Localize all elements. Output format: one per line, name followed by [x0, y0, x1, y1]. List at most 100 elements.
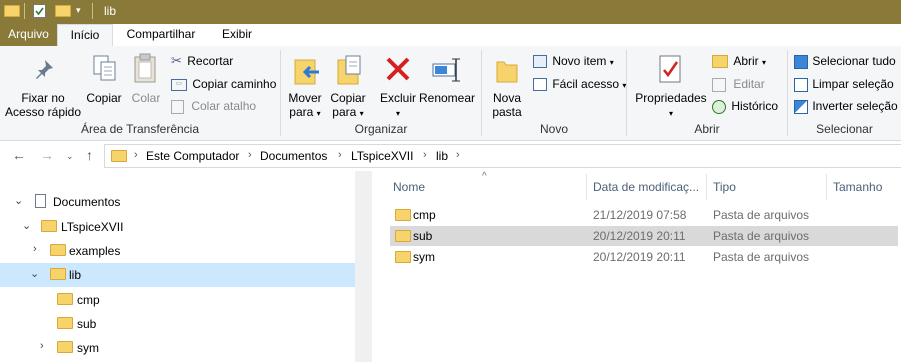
forward-arrow-icon[interactable]: →: [40, 147, 54, 163]
cut-label: Recortar: [187, 54, 234, 68]
properties-quick-icon[interactable]: [33, 4, 46, 18]
rename-icon: [432, 58, 460, 82]
copy-path-icon: ▭: [171, 78, 187, 91]
window-title: lib: [104, 4, 117, 18]
breadcrumb-documents[interactable]: Documentos: [260, 149, 327, 163]
tree-item-examples[interactable]: › examples: [0, 239, 355, 263]
move-to-icon: [294, 59, 319, 85]
file-type: Pasta de arquivos: [713, 229, 810, 243]
edit-button[interactable]: Editar: [712, 77, 765, 92]
tab-home[interactable]: Início: [57, 24, 113, 47]
column-separator[interactable]: [706, 174, 707, 200]
delete-x-icon: [386, 57, 410, 81]
collapse-chevron-icon[interactable]: ⌄: [14, 194, 23, 207]
properties-label: Propriedades: [635, 91, 707, 105]
file-row-sub[interactable]: sub 20/12/2019 20:11 Pasta de arquivos: [390, 226, 898, 246]
tree-item-label: sub: [77, 317, 97, 331]
pin-icon: [36, 60, 53, 79]
breadcrumb-lib[interactable]: lib: [436, 149, 448, 163]
up-arrow-icon[interactable]: ↑: [86, 147, 93, 163]
tree-item-cmp[interactable]: cmp: [0, 288, 355, 312]
tree-item-ltspicexvii[interactable]: ⌄ LTspiceXVII: [0, 215, 355, 239]
column-separator[interactable]: [586, 174, 587, 200]
tab-file[interactable]: Arquivo: [0, 24, 57, 46]
easy-access-button[interactable]: Fácil acesso ▾: [533, 77, 626, 93]
separator: [92, 3, 93, 19]
new-item-button[interactable]: Novo item ▾: [533, 54, 614, 70]
column-separator[interactable]: [826, 174, 827, 200]
new-item-icon: [533, 55, 547, 69]
copy-label: Copiar: [86, 91, 122, 105]
select-none-button[interactable]: Limpar seleção: [794, 77, 894, 92]
tree-item-label: Documentos: [53, 195, 121, 209]
tree-item-label: cmp: [77, 293, 100, 307]
folder-icon: [57, 341, 73, 353]
clipboard-icon: [134, 53, 156, 83]
sort-ascending-icon: ^: [482, 171, 487, 182]
invert-selection-button[interactable]: Inverter seleção: [794, 99, 898, 114]
copy-to-icon: [337, 55, 361, 85]
chevron-right-icon[interactable]: ›: [338, 149, 342, 161]
copy-path-button[interactable]: ▭ Copiar caminho: [171, 77, 276, 91]
properties-icon: [659, 55, 681, 83]
column-header-size[interactable]: Tamanho: [833, 180, 882, 194]
customize-quick-access-icon[interactable]: ▾: [76, 5, 81, 16]
recent-locations-chevron-icon[interactable]: ⌄: [66, 151, 74, 162]
history-button[interactable]: Histórico: [712, 99, 778, 114]
documents-icon: [35, 194, 46, 208]
chevron-right-icon[interactable]: ›: [134, 149, 138, 161]
collapse-chevron-icon[interactable]: ⌄: [30, 267, 39, 280]
column-header-date[interactable]: Data de modificaç...: [593, 180, 699, 194]
breadcrumb-ltspice[interactable]: LTspiceXVII: [351, 149, 413, 163]
file-row-sym[interactable]: sym 20/12/2019 20:11 Pasta de arquivos: [390, 247, 898, 267]
new-folder-quick-icon[interactable]: [55, 5, 71, 17]
folder-icon: [50, 244, 66, 256]
chevron-right-icon[interactable]: ›: [248, 149, 252, 161]
folder-icon: [4, 5, 20, 17]
address-box[interactable]: › Este Computador › Documentos › LTspice…: [104, 144, 901, 168]
column-header-type[interactable]: Tipo: [713, 180, 736, 194]
file-name: sub: [413, 229, 433, 243]
file-name: sym: [413, 250, 435, 264]
edit-icon: [712, 77, 726, 92]
open-dropdown-icon: ▾: [762, 58, 767, 67]
select-all-button[interactable]: Selecionar tudo: [794, 54, 896, 69]
file-name: cmp: [413, 208, 436, 222]
copy-to-label-1: Copiar: [330, 91, 366, 105]
column-header-name[interactable]: Nome: [393, 180, 425, 194]
expand-chevron-icon[interactable]: ›: [33, 243, 37, 255]
new-folder-label-1: Nova: [492, 91, 521, 105]
file-row-cmp[interactable]: cmp 21/12/2019 07:58 Pasta de arquivos: [390, 205, 898, 225]
navigation-scrollbar[interactable]: [355, 171, 372, 362]
file-list: ^ Nome Data de modificaç... Tipo Tamanho…: [372, 171, 901, 362]
easy-access-icon: [533, 78, 547, 92]
tab-share[interactable]: Compartilhar: [113, 24, 209, 46]
file-type: Pasta de arquivos: [713, 208, 810, 222]
chevron-right-icon[interactable]: ›: [423, 149, 427, 161]
ribbon: Fixar no Acesso rápido Copiar Colar ✂ Re…: [0, 46, 901, 141]
tree-item-sub[interactable]: sub: [0, 312, 355, 336]
folder-icon: [57, 293, 73, 305]
copy-icon: [93, 55, 116, 81]
copy-to-label-2: para ▾: [332, 105, 364, 119]
back-arrow-icon[interactable]: ←: [12, 147, 26, 163]
paste-shortcut-button[interactable]: Colar atalho: [171, 99, 256, 114]
tree-item-documents[interactable]: ⌄ Documentos: [0, 190, 355, 214]
invert-selection-label: Inverter seleção: [812, 99, 898, 113]
folder-icon: [395, 209, 411, 221]
move-to-label-2: para ▾: [289, 105, 321, 119]
chevron-right-icon[interactable]: ›: [456, 149, 460, 161]
tab-view[interactable]: Exibir: [209, 24, 265, 46]
expand-chevron-icon[interactable]: ›: [40, 340, 44, 352]
open-button[interactable]: Abrir ▾: [712, 54, 766, 70]
ribbon-tabs: Arquivo Início Compartilhar Exibir: [0, 24, 901, 47]
breadcrumb-this-pc[interactable]: Este Computador: [146, 149, 239, 163]
collapse-chevron-icon[interactable]: ⌄: [22, 219, 31, 232]
navigation-pane: ⌄ Documentos ⌄ LTspiceXVII › examples ⌄ …: [0, 171, 372, 362]
cut-button[interactable]: ✂ Recortar: [171, 54, 234, 69]
group-label-new: Novo: [539, 122, 568, 136]
open-label: Abrir: [733, 54, 759, 68]
tree-item-lib[interactable]: ⌄ lib: [0, 263, 355, 287]
tree-item-sym[interactable]: › sym: [0, 336, 355, 360]
tree-item-label: lib: [69, 268, 82, 282]
